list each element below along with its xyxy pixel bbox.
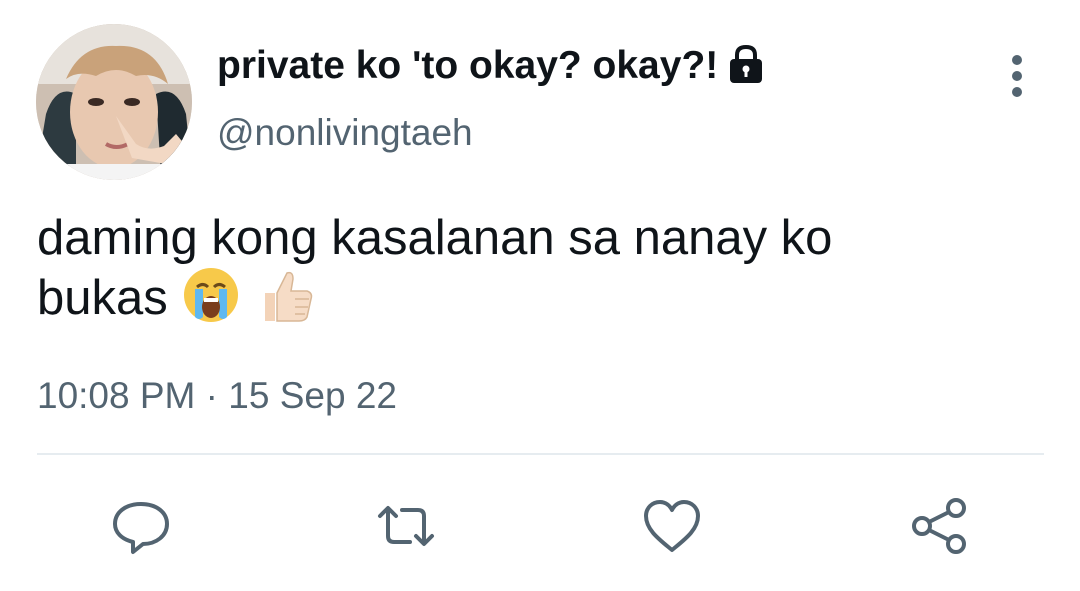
lock-icon — [726, 43, 766, 85]
tweet-text-line-1: daming kong kasalanan sa nanay ko — [37, 211, 833, 265]
avatar-photo-icon — [36, 24, 192, 180]
like-button[interactable] — [642, 496, 702, 556]
tweet-text-line-2: bukas — [37, 271, 168, 325]
reply-button[interactable] — [111, 496, 171, 556]
more-options-button[interactable] — [998, 52, 1036, 100]
user-handle[interactable]: @nonlivingtaeh — [217, 112, 473, 154]
more-vertical-icon — [1012, 55, 1022, 97]
retweet-button[interactable] — [374, 496, 434, 556]
meta-separator: · — [205, 375, 218, 416]
tweet-timestamp[interactable]: 10:08 PM · 15 Sep 22 — [37, 375, 397, 417]
thumbs-up-icon — [255, 265, 315, 325]
tweet-time: 10:08 PM — [37, 375, 196, 416]
retweet-icon — [378, 506, 434, 546]
tweet-date: 15 Sep 22 — [228, 375, 397, 416]
tweet-text: daming kong kasalanan sa nanay ko bukas — [37, 208, 1037, 331]
divider — [37, 453, 1044, 455]
reply-icon — [113, 502, 169, 554]
display-name-row[interactable]: private ko 'to okay? okay?! — [217, 44, 766, 88]
heart-icon — [644, 500, 700, 552]
loudly-crying-face-icon — [181, 265, 241, 325]
share-button[interactable] — [910, 496, 970, 556]
display-name[interactable]: private ko 'to okay? okay?! — [217, 44, 718, 88]
avatar[interactable] — [36, 24, 192, 180]
share-icon — [912, 498, 966, 554]
